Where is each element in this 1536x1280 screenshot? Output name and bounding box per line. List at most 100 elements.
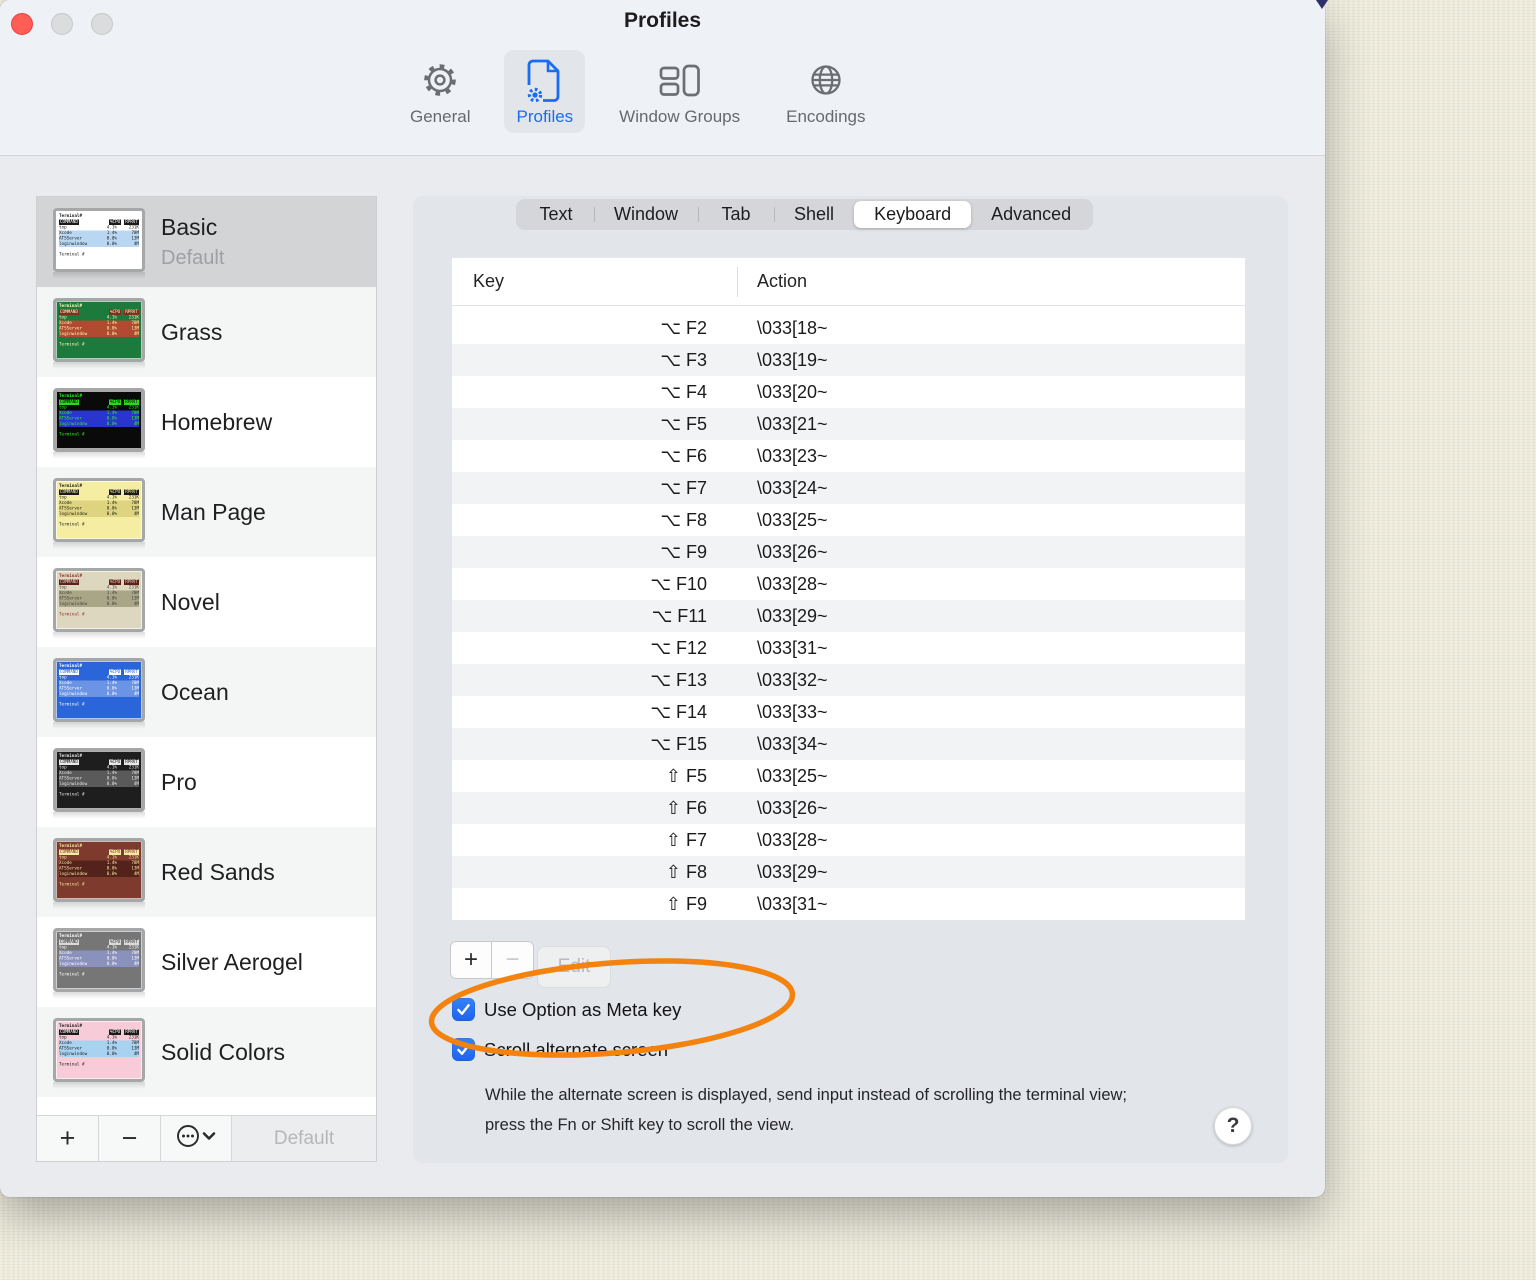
add-mapping-button[interactable]: + <box>450 941 492 979</box>
scroll-alternate-screen-checkbox[interactable]: Scroll alternate screen <box>452 1038 668 1061</box>
profiles-list: Terminal# COMMAND %CPU RPRVT top 4.1% 23… <box>37 197 376 1097</box>
action-cell: \033[31~ <box>757 893 828 914</box>
alternate-screen-help-text: While the alternate screen is displayed,… <box>485 1086 1128 1134</box>
settings-tab[interactable]: Window <box>594 201 698 228</box>
table-row[interactable]: ⌥ F3 \033[19~ <box>452 344 1245 376</box>
key-cell: ⌥ F5 <box>660 413 707 434</box>
thumb-title: Terminal# <box>59 843 83 849</box>
key-cell: ⌥ F12 <box>650 637 707 658</box>
thumbnail-reflection <box>53 1082 145 1089</box>
table-row[interactable]: ⌥ F6 \033[23~ <box>452 440 1245 472</box>
table-row[interactable]: ⌥ F9 \033[26~ <box>452 536 1245 568</box>
table-row[interactable]: ⇧ F6 \033[26~ <box>452 792 1245 824</box>
profile-thumbnail: Terminal# COMMAND %CPU RPRVT top 4.1% 23… <box>53 838 145 909</box>
key-cell: ⇧ F8 <box>665 861 707 882</box>
table-row[interactable]: ⌥ F5 \033[21~ <box>452 408 1245 440</box>
help-button[interactable]: ? <box>1214 1107 1252 1145</box>
settings-tab[interactable]: Tab <box>698 201 774 228</box>
profile-list-item[interactable]: Terminal# COMMAND %CPU RPRVT top 4.1% 23… <box>37 557 376 647</box>
profile-name: Silver Aerogel <box>161 948 303 975</box>
table-row[interactable]: ⌥ F13 \033[32~ <box>452 664 1245 696</box>
table-row[interactable]: ⌥ F11 \033[29~ <box>452 600 1245 632</box>
edit-mapping-button[interactable]: Edit <box>537 946 611 988</box>
thumb-title: Terminal# <box>59 483 83 489</box>
action-cell: \033[18~ <box>757 317 828 338</box>
window-toolbar: Profiles General Profiles Window Groups … <box>0 0 1325 156</box>
key-column-header: Key <box>473 271 505 291</box>
table-row[interactable]: ⌥ F7 \033[24~ <box>452 472 1245 504</box>
action-cell: \033[25~ <box>757 509 828 530</box>
profile-actions-menu-button[interactable] <box>161 1116 232 1161</box>
key-cell: ⇧ F7 <box>665 829 707 850</box>
toolbar-item-general[interactable]: General <box>398 50 482 133</box>
table-row[interactable]: ⌥ F8 \033[25~ <box>452 504 1245 536</box>
key-cell: ⌥ F2 <box>660 317 707 338</box>
profile-list-item[interactable]: Terminal# COMMAND %CPU RPRVT top 4.1% 23… <box>37 467 376 557</box>
add-profile-button[interactable]: + <box>37 1116 99 1161</box>
action-cell: \033[33~ <box>757 701 828 722</box>
toolbar-item-label: General <box>410 107 471 126</box>
table-row[interactable]: ⌥ F15 \033[34~ <box>452 728 1245 760</box>
gear-icon <box>418 58 462 104</box>
action-column-header: Action <box>757 271 808 291</box>
profile-thumbnail: Terminal# COMMAND %CPU RPRVT top 4.1% 23… <box>53 1018 145 1089</box>
settings-tab-bar: Text Window Tab Shell Keyboard Advanced <box>516 199 1094 230</box>
profile-list-item[interactable]: Terminal# COMMAND %CPU RPRVT top 4.1% 23… <box>37 377 376 467</box>
remove-mapping-button[interactable]: − <box>492 941 534 979</box>
thumbnail-reflection <box>53 992 145 999</box>
table-row[interactable]: ⌥ F12 \033[31~ <box>452 632 1245 664</box>
settings-tab[interactable]: Text <box>518 201 594 228</box>
action-cell: \033[26~ <box>757 541 828 562</box>
profile-list-item[interactable]: Terminal# COMMAND %CPU RPRVT top 4.1% 23… <box>37 287 376 377</box>
key-cell: ⌥ F3 <box>660 349 707 370</box>
table-row[interactable]: ⌥ F10 \033[28~ <box>452 568 1245 600</box>
settings-tab[interactable]: Shell <box>774 201 854 228</box>
profile-name: Man Page <box>161 498 266 525</box>
thumb-title: Terminal# <box>59 1023 83 1029</box>
profile-list-item[interactable]: Terminal# COMMAND %CPU RPRVT top 4.1% 23… <box>37 197 376 287</box>
thumbnail-reflection <box>53 812 145 819</box>
action-cell: \033[21~ <box>757 413 828 434</box>
checkbox-checked-icon <box>452 998 475 1021</box>
table-row[interactable]: ⇧ F5 \033[25~ <box>452 760 1245 792</box>
thumb-title: Terminal# <box>59 573 83 579</box>
toolbar-item-label: Encodings <box>786 107 866 126</box>
table-row[interactable]: ⌥ F4 \033[20~ <box>452 376 1245 408</box>
profile-name: Novel <box>161 588 220 615</box>
checkbox-checked-icon <box>452 1038 475 1061</box>
thumbnail-reflection <box>53 722 145 729</box>
profile-list-item[interactable]: Terminal# COMMAND %CPU RPRVT top 4.1% 23… <box>37 827 376 917</box>
set-default-button[interactable]: Default <box>232 1116 376 1161</box>
profile-list-item[interactable]: Terminal# COMMAND %CPU RPRVT top 4.1% 23… <box>37 1007 376 1097</box>
profile-list-item[interactable]: Terminal# COMMAND %CPU RPRVT top 4.1% 23… <box>37 737 376 827</box>
window-title: Profiles <box>623 9 702 32</box>
toolbar-item-encodings[interactable]: Encodings <box>774 50 877 133</box>
table-row[interactable]: ⇧ F9 \033[31~ <box>452 888 1245 920</box>
profile-name: Red Sands <box>161 858 275 885</box>
key-cell: ⌥ F9 <box>660 541 707 562</box>
table-row[interactable]: ⌥ F14 \033[33~ <box>452 696 1245 728</box>
use-option-as-meta-checkbox[interactable]: Use Option as Meta key <box>452 998 681 1021</box>
key-cell: ⌥ F6 <box>660 445 707 466</box>
toolbar-item-profiles[interactable]: Profiles <box>504 50 586 133</box>
table-row[interactable]: ⇧ F7 \033[28~ <box>452 824 1245 856</box>
key-cell: ⌥ F14 <box>650 701 707 722</box>
table-row[interactable]: ⌥ F2 \033[18~ <box>452 312 1245 344</box>
remove-profile-button[interactable]: − <box>99 1116 161 1161</box>
key-cell: ⌥ F7 <box>660 477 707 498</box>
action-cell: \033[20~ <box>757 381 828 402</box>
profiles-sidebar: Terminal# COMMAND %CPU RPRVT top 4.1% 23… <box>36 196 377 1162</box>
settings-tab[interactable]: Advanced <box>971 201 1091 228</box>
profile-list-item[interactable]: Terminal# COMMAND %CPU RPRVT top 4.1% 23… <box>37 917 376 1007</box>
action-cell: \033[19~ <box>757 349 828 370</box>
ellipsis-circle-icon <box>175 1123 217 1154</box>
action-cell: \033[26~ <box>757 797 828 818</box>
profile-thumbnail: Terminal# COMMAND %CPU RPRVT top 4.1% 23… <box>53 388 145 459</box>
profile-list-item[interactable]: Terminal# COMMAND %CPU RPRVT top 4.1% 23… <box>37 647 376 737</box>
toolbar-item-label: Window Groups <box>619 107 741 126</box>
toolbar-item-window-groups[interactable]: Window Groups <box>607 50 752 133</box>
table-row[interactable]: ⇧ F8 \033[29~ <box>452 856 1245 888</box>
profile-default-badge: Default <box>161 247 225 269</box>
action-cell: \033[25~ <box>757 765 828 786</box>
settings-tab[interactable]: Keyboard <box>854 201 972 228</box>
